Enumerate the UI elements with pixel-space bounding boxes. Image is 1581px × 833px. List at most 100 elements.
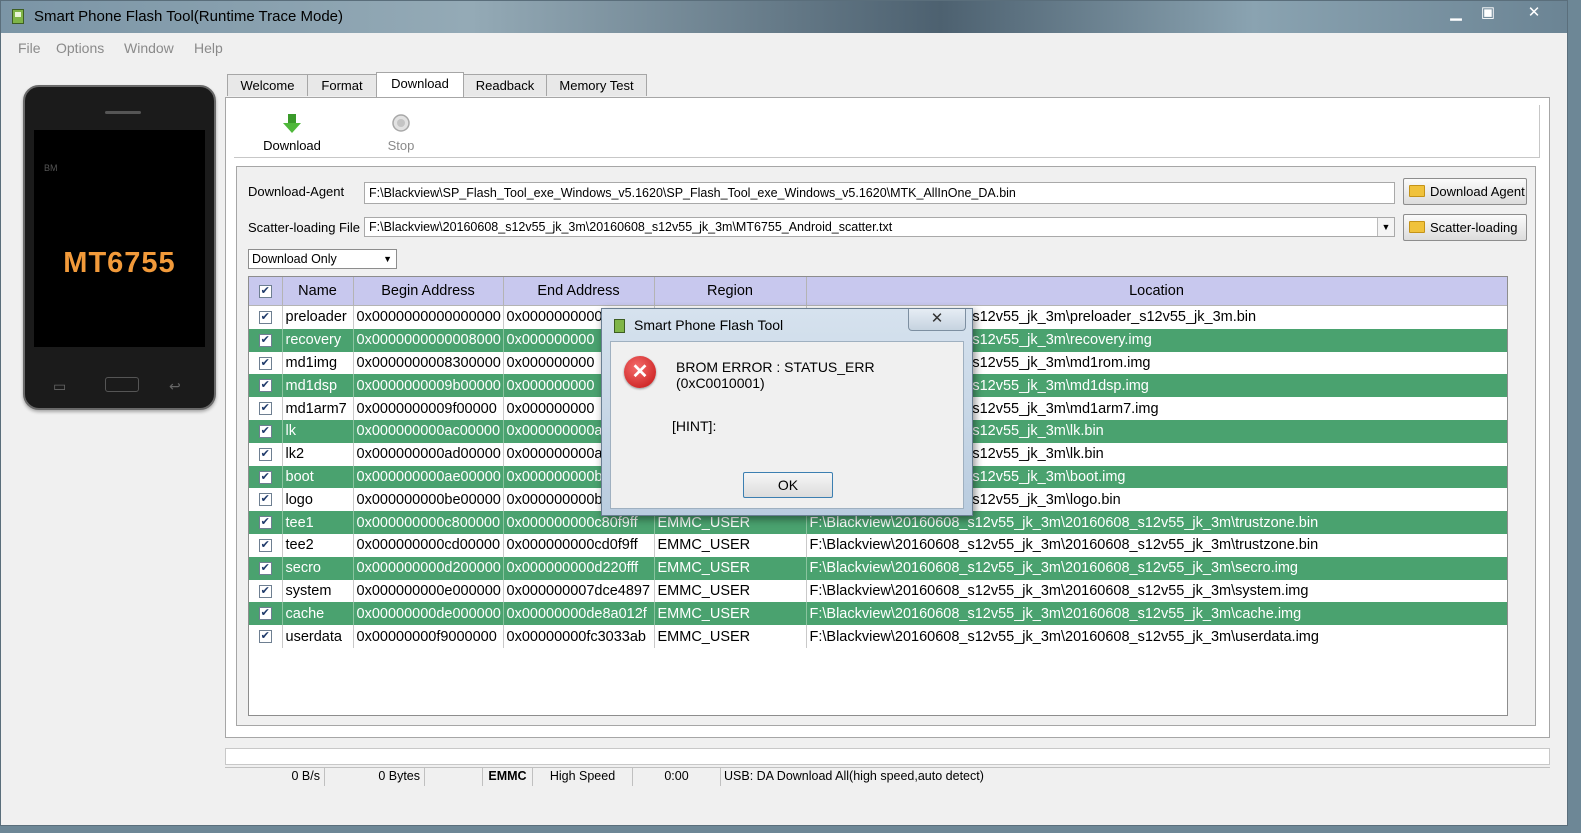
checkbox[interactable]: ✔ [258, 539, 272, 553]
checkbox[interactable]: ✔ [258, 379, 272, 393]
cell-begin-address: 0x000000000e000000 [353, 579, 504, 603]
row-checkbox-cell[interactable]: ✔ [249, 533, 283, 557]
back-key-icon: ↩ [169, 378, 181, 394]
ok-button[interactable]: OK [743, 472, 833, 498]
menu-file[interactable]: File [18, 40, 41, 56]
download-agent-button[interactable]: Download Agent [1403, 178, 1527, 205]
checkbox[interactable]: ✔ [258, 447, 272, 461]
tab-memory-test[interactable]: Memory Test [546, 74, 647, 96]
row-checkbox-cell[interactable]: ✔ [249, 374, 283, 398]
select-all-checkbox[interactable]: ✔ [249, 277, 283, 306]
cell-location[interactable]: F:\Blackview\20160608_s12v55_jk_3m\20160… [806, 533, 1507, 557]
cell-end-address: 0x000000007dce4897 [503, 579, 655, 603]
checkbox[interactable]: ✔ [258, 356, 272, 370]
menu-help[interactable]: Help [194, 40, 223, 56]
status-empty [425, 768, 483, 786]
cell-name: md1arm7 [282, 397, 354, 420]
checkbox[interactable]: ✔ [258, 584, 272, 598]
tab-format[interactable]: Format [307, 74, 377, 96]
checkbox[interactable]: ✔ [258, 333, 272, 347]
download-tool-button[interactable]: Download [259, 113, 325, 153]
checkbox[interactable]: ✔ [258, 425, 272, 439]
cell-begin-address: 0x0000000009b00000 [353, 374, 504, 398]
dialog-close-button[interactable]: ✕ [908, 309, 966, 331]
cell-name: preloader [282, 305, 354, 329]
row-checkbox-cell[interactable]: ✔ [249, 488, 283, 512]
chip-label: MT6755 [63, 247, 176, 279]
scatter-file-value: F:\Blackview\20160608_s12v55_jk_3m\20160… [369, 220, 893, 234]
scatter-loading-button[interactable]: Scatter-loading [1403, 214, 1527, 241]
row-checkbox-cell[interactable]: ✔ [249, 419, 283, 443]
row-checkbox-cell[interactable]: ✔ [249, 602, 283, 626]
checkbox[interactable]: ✔ [258, 516, 272, 530]
app-icon [12, 9, 24, 24]
phone-brand: BM [44, 163, 58, 173]
row-checkbox-cell[interactable]: ✔ [249, 397, 283, 420]
col-end-address[interactable]: End Address [503, 277, 655, 306]
download-mode-select[interactable]: Download Only ▼ [248, 249, 397, 269]
table-row[interactable]: ✔ system 0x000000000e000000 0x000000007dce4… [249, 579, 1507, 603]
row-checkbox-cell[interactable]: ✔ [249, 556, 283, 580]
maximize-button[interactable]: ▣ [1473, 2, 1503, 24]
col-name[interactable]: Name [282, 277, 354, 306]
download-agent-button-label: Download Agent [1430, 184, 1525, 199]
table-row[interactable]: ✔ cache 0x00000000de000000 0x00000000de8a01… [249, 602, 1507, 626]
title-bar[interactable]: Smart Phone Flash Tool(Runtime Trace Mod… [1, 1, 1567, 33]
row-checkbox-cell[interactable]: ✔ [249, 465, 283, 489]
tab-download[interactable]: Download [376, 72, 464, 97]
stop-tool-button[interactable]: Stop [379, 113, 423, 153]
row-checkbox-cell[interactable]: ✔ [249, 328, 283, 352]
minimize-button[interactable]: ▁ [1441, 2, 1471, 24]
download-mode-value: Download Only [252, 252, 337, 266]
stop-tool-label: Stop [387, 138, 415, 153]
chevron-down-icon[interactable]: ▼ [1377, 218, 1394, 236]
checkbox[interactable]: ✔ [258, 630, 272, 644]
row-checkbox-cell[interactable]: ✔ [249, 511, 283, 534]
download-arrow-icon [283, 114, 301, 133]
cell-name: tee2 [282, 533, 354, 557]
cell-location[interactable]: F:\Blackview\20160608_s12v55_jk_3m\20160… [806, 579, 1507, 603]
cell-begin-address: 0x0000000000000000 [353, 305, 504, 329]
cell-location[interactable]: F:\Blackview\20160608_s12v55_jk_3m\20160… [806, 602, 1507, 626]
col-location[interactable]: Location [806, 277, 1507, 306]
cell-begin-address: 0x000000000ac00000 [353, 419, 504, 443]
cell-name: logo [282, 488, 354, 512]
row-checkbox-cell[interactable]: ✔ [249, 625, 283, 648]
checkbox[interactable]: ✔ [258, 470, 272, 484]
tab-welcome[interactable]: Welcome [227, 74, 308, 96]
table-row[interactable]: ✔ tee2 0x000000000cd00000 0x000000000cd0f9f… [249, 533, 1507, 557]
tab-readback[interactable]: Readback [463, 74, 547, 96]
cell-name: tee1 [282, 511, 354, 534]
dialog-body: ✕ BROM ERROR : STATUS_ERR (0xC0010001) [… [610, 341, 964, 509]
dialog-title: Smart Phone Flash Tool [634, 317, 784, 333]
col-region[interactable]: Region [654, 277, 807, 306]
table-row[interactable]: ✔ secro 0x000000000d200000 0x000000000d220f… [249, 556, 1507, 580]
col-begin-address[interactable]: Begin Address [353, 277, 504, 306]
cell-region: EMMC_USER [654, 625, 807, 648]
folder-icon [1409, 185, 1425, 197]
cell-location[interactable]: F:\Blackview\20160608_s12v55_jk_3m\20160… [806, 625, 1507, 648]
checkbox[interactable]: ✔ [258, 493, 272, 507]
row-checkbox-cell[interactable]: ✔ [249, 305, 283, 329]
cell-name: cache [282, 602, 354, 626]
download-agent-field[interactable]: F:\Blackview\SP_Flash_Tool_exe_Windows_v… [364, 182, 1395, 204]
table-row[interactable]: ✔ userdata 0x00000000f9000000 0x00000000fc3… [249, 625, 1507, 648]
row-checkbox-cell[interactable]: ✔ [249, 579, 283, 603]
cell-location[interactable]: F:\Blackview\20160608_s12v55_jk_3m\20160… [806, 556, 1507, 580]
cell-name: system [282, 579, 354, 603]
checkbox[interactable]: ✔ [258, 607, 272, 621]
hint-label: [HINT]: [672, 418, 717, 434]
scatter-file-combo[interactable]: F:\Blackview\20160608_s12v55_jk_3m\20160… [364, 217, 1395, 237]
menu-window[interactable]: Window [124, 40, 174, 56]
cell-region: EMMC_USER [654, 556, 807, 580]
status-info: USB: DA Download All(high speed,auto det… [724, 769, 984, 783]
cell-name: userdata [282, 625, 354, 648]
checkbox[interactable]: ✔ [258, 284, 272, 298]
menu-options[interactable]: Options [56, 40, 104, 56]
close-button[interactable]: ✕ [1519, 2, 1549, 24]
checkbox[interactable]: ✔ [258, 311, 272, 325]
checkbox[interactable]: ✔ [258, 402, 272, 416]
row-checkbox-cell[interactable]: ✔ [249, 351, 283, 375]
checkbox[interactable]: ✔ [258, 561, 272, 575]
row-checkbox-cell[interactable]: ✔ [249, 442, 283, 466]
